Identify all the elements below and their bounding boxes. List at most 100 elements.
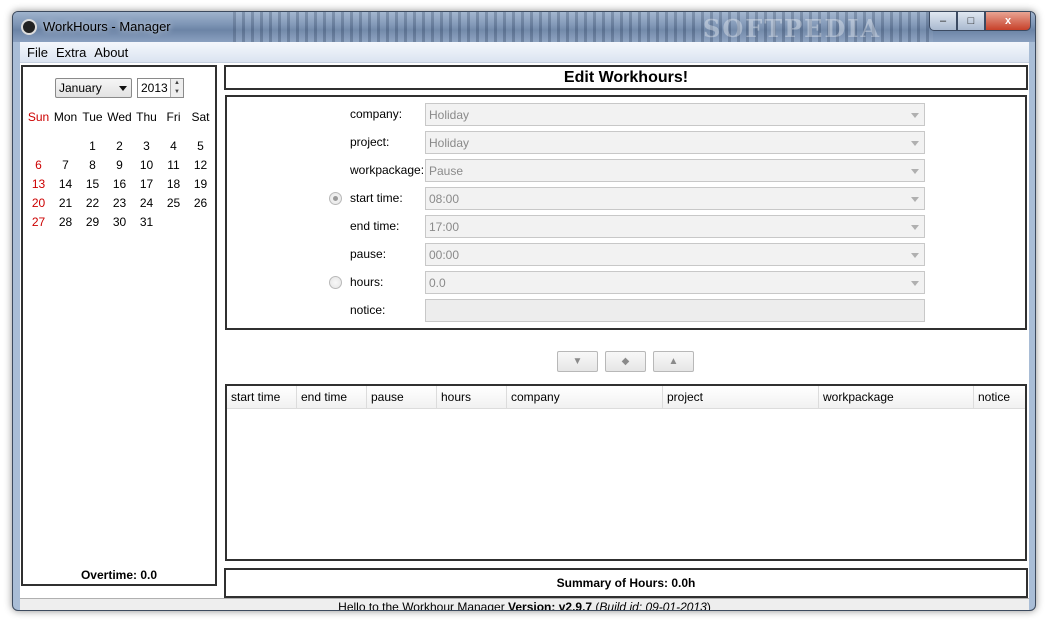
calendar-day[interactable]: 8 — [79, 158, 106, 172]
calendar-day[interactable]: 27 — [25, 215, 52, 229]
calendar-day[interactable]: 28 — [52, 215, 79, 229]
year-spinner[interactable]: 2013 ▲ ▼ — [137, 78, 184, 98]
hours-combo[interactable]: 0.0 — [425, 271, 925, 294]
calendar-day[interactable]: 12 — [187, 158, 214, 172]
col-hours[interactable]: hours — [437, 386, 507, 408]
notice-label: notice: — [350, 303, 386, 317]
col-company[interactable]: company — [507, 386, 663, 408]
calendar-day[interactable]: 13 — [25, 177, 52, 191]
calendar-day[interactable]: 23 — [106, 196, 133, 210]
start-time-value: 08:00 — [429, 192, 460, 206]
weekday-tue: Tue — [82, 109, 103, 124]
editor-title: Edit Workhours! — [224, 65, 1028, 90]
chevron-down-icon — [911, 197, 919, 202]
calendar-day[interactable]: 11 — [160, 158, 187, 172]
col-workpackage[interactable]: workpackage — [819, 386, 974, 408]
calendar-day[interactable]: 15 — [79, 177, 106, 191]
weekday-thu: Thu — [136, 109, 157, 124]
col-pause[interactable]: pause — [367, 386, 437, 408]
status-version: Version: v2.9.7 — [508, 600, 593, 611]
notice-field[interactable] — [425, 299, 925, 322]
project-combo[interactable]: Holiday — [425, 131, 925, 154]
calendar-day[interactable]: 16 — [106, 177, 133, 191]
calendar-day[interactable]: 20 — [25, 196, 52, 210]
hours-value: 0.0 — [429, 276, 446, 290]
calendar-week: 13 14 15 16 17 18 19 — [25, 174, 215, 193]
start-time-label: start time: — [350, 191, 403, 205]
close-button[interactable]: x — [985, 12, 1031, 31]
pause-combo[interactable]: 00:00 — [425, 243, 925, 266]
start-time-radio[interactable] — [329, 192, 342, 205]
workpackage-row: workpackage: Pause — [227, 159, 1025, 183]
calendar-day[interactable]: 14 — [52, 177, 79, 191]
year-value: 2013 — [141, 81, 168, 95]
col-project[interactable]: project — [663, 386, 819, 408]
calendar-day[interactable]: 22 — [79, 196, 106, 210]
project-row: project: Holiday — [227, 131, 1025, 155]
spinner-arrows-icon[interactable]: ▲ ▼ — [170, 79, 183, 97]
company-combo[interactable]: Holiday — [425, 103, 925, 126]
calendar-day[interactable]: 19 — [187, 177, 214, 191]
calendar-day[interactable]: 17 — [133, 177, 160, 191]
entry-buttons: ▼ ◆ ▲ — [557, 351, 694, 372]
calendar-day[interactable]: 10 — [133, 158, 160, 172]
calendar-day[interactable]: 25 — [160, 196, 187, 210]
calendar-day[interactable]: 3 — [133, 139, 160, 153]
month-value: January — [59, 81, 102, 95]
month-select[interactable]: January — [55, 78, 132, 98]
update-entry-button[interactable]: ◆ — [605, 351, 646, 372]
weekday-sat: Sat — [191, 109, 210, 124]
notice-row: notice: — [227, 299, 1025, 323]
overtime-label: Overtime: 0.0 — [80, 568, 158, 582]
calendar-day[interactable]: 4 — [160, 139, 187, 153]
title-bar[interactable]: WorkHours - Manager SOFTPEDIA – □ x — [13, 12, 1035, 43]
window-controls: – □ x — [929, 12, 1031, 32]
calendar-day[interactable]: 6 — [25, 158, 52, 172]
calendar-day[interactable]: 9 — [106, 158, 133, 172]
pause-row: pause: 00:00 — [227, 243, 1025, 267]
chevron-down-icon — [911, 113, 919, 118]
app-logo-icon — [21, 19, 37, 35]
calendar-day[interactable]: 21 — [52, 196, 79, 210]
move-down-button[interactable]: ▼ — [557, 351, 598, 372]
status-greeting: Hello to the Workhour Manager — [338, 600, 509, 611]
summary-of-hours: Summary of Hours: 0.0h — [224, 568, 1028, 598]
chevron-down-icon — [911, 253, 919, 258]
pause-value: 00:00 — [429, 248, 460, 262]
calendar-week: 12345 — [25, 136, 215, 155]
chevron-down-icon — [911, 141, 919, 146]
calendar-day[interactable]: 2 — [106, 139, 133, 153]
end-time-combo[interactable]: 17:00 — [425, 215, 925, 238]
col-start-time[interactable]: start time — [227, 386, 297, 408]
workpackage-combo[interactable]: Pause — [425, 159, 925, 182]
col-notice[interactable]: notice — [974, 386, 1025, 408]
calendar-day[interactable]: 5 — [187, 139, 214, 153]
app-window: WorkHours - Manager SOFTPEDIA – □ x File… — [12, 11, 1036, 611]
menu-extra[interactable]: Extra — [52, 45, 90, 60]
workpackage-label: workpackage: — [350, 163, 425, 177]
minimize-button[interactable]: – — [929, 12, 957, 31]
maximize-button[interactable]: □ — [957, 12, 985, 31]
calendar-week: 27 28 29 30 31 — [25, 212, 215, 231]
calendar-week: 6 7 8 9 10 11 12 — [25, 155, 215, 174]
chevron-down-icon — [911, 281, 919, 286]
move-up-button[interactable]: ▲ — [653, 351, 694, 372]
calendar-day[interactable]: 24 — [133, 196, 160, 210]
calendar-day[interactable]: 1 — [79, 139, 106, 153]
calendar-day[interactable]: 30 — [106, 215, 133, 229]
calendar-week: 20 21 22 23 24 25 26 — [25, 193, 215, 212]
calendar-day[interactable]: 7 — [52, 158, 79, 172]
calendar-day[interactable]: 31 — [133, 215, 160, 229]
chevron-down-icon — [911, 225, 919, 230]
hours-radio[interactable] — [329, 276, 342, 289]
start-time-row: start time: 08:00 — [227, 187, 1025, 211]
menu-file[interactable]: File — [23, 45, 52, 60]
start-time-combo[interactable]: 08:00 — [425, 187, 925, 210]
calendar-panel: January 2013 ▲ ▼ Sun Mon Tue Wed Thu Fri … — [21, 65, 217, 586]
calendar-day[interactable]: 26 — [187, 196, 214, 210]
menu-about[interactable]: About — [90, 45, 132, 60]
calendar-day[interactable]: 18 — [160, 177, 187, 191]
workpackage-value: Pause — [429, 164, 464, 178]
calendar-day[interactable]: 29 — [79, 215, 106, 229]
col-end-time[interactable]: end time — [297, 386, 367, 408]
